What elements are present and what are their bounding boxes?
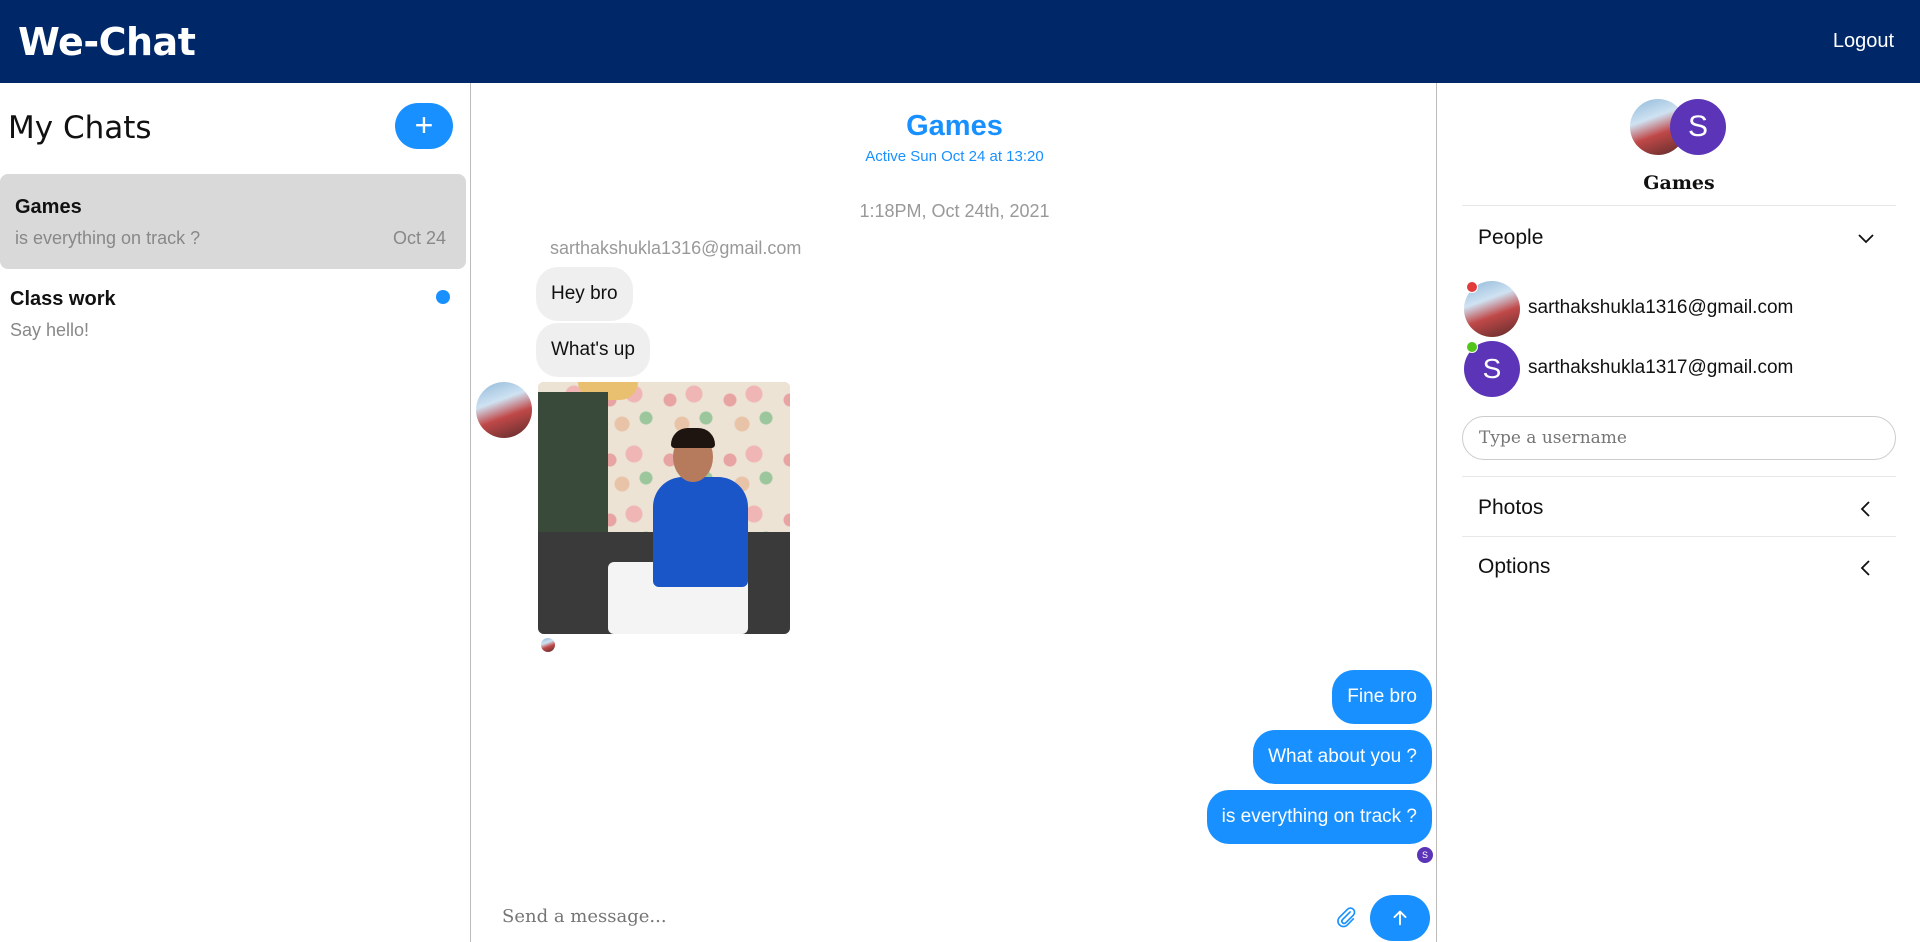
image-message[interactable] [538, 382, 790, 634]
person-email: sarthakshukla1317@gmail.com [1528, 357, 1794, 378]
message-input[interactable] [502, 899, 1302, 933]
arrow-up-icon [1393, 910, 1407, 926]
send-button[interactable] [1370, 895, 1430, 941]
member-avatar: S [1670, 99, 1726, 155]
outgoing-message: is everything on track ? [1206, 790, 1432, 844]
chat-settings-panel: S Games People sarthakshukla1316@gmail.c… [1438, 83, 1920, 942]
chat-list-panel: My Chats + Games is everything on track … [0, 83, 471, 942]
sender-avatar [476, 382, 532, 438]
new-chat-button[interactable]: + [395, 103, 453, 149]
chat-card-title: Class work [10, 288, 116, 310]
divider [1462, 536, 1896, 537]
brand-logo: We-Chat [18, 20, 196, 64]
people-section-header[interactable]: People [1478, 226, 1543, 250]
chevron-left-icon[interactable] [1856, 499, 1876, 519]
chat-card-preview: Say hello! [10, 320, 90, 340]
divider [1462, 205, 1896, 206]
top-bar: We-Chat Logout [0, 0, 1920, 83]
chat-card-title: Games [15, 196, 82, 218]
username-input[interactable] [1462, 416, 1896, 460]
outgoing-message: Fine bro [1332, 670, 1432, 724]
offline-status-dot [1466, 281, 1478, 293]
outgoing-message: What about you ? [1253, 730, 1432, 784]
read-receipt-avatar [541, 638, 555, 652]
read-receipt-avatar: S [1417, 847, 1433, 863]
chat-card-games[interactable]: Games is everything on track ? Oct 24 [0, 174, 466, 269]
image-detail [671, 428, 715, 448]
divider [1462, 476, 1896, 477]
chat-activity-status: Active Sun Oct 24 at 13:20 [865, 148, 1044, 165]
photos-section-header[interactable]: Photos [1478, 496, 1543, 520]
chevron-down-icon[interactable] [1856, 229, 1876, 249]
chat-card-date: Oct 24 [392, 228, 446, 248]
person-row: S sarthakshukla1317@gmail.com [1464, 341, 1904, 397]
settings-chat-title: Games [1643, 172, 1715, 194]
options-section-header[interactable]: Options [1478, 555, 1550, 579]
person-row: sarthakshukla1316@gmail.com [1464, 281, 1904, 337]
logout-button[interactable]: Logout [1833, 30, 1894, 53]
incoming-message: Hey bro [536, 267, 633, 321]
image-detail [653, 477, 748, 587]
unread-dot [436, 290, 450, 304]
image-detail [648, 428, 748, 622]
paperclip-icon[interactable] [1335, 905, 1357, 929]
incoming-message: What's up [536, 323, 650, 377]
chat-card-class-work[interactable]: Class work Say hello! [0, 266, 466, 361]
chevron-left-icon[interactable] [1856, 558, 1876, 578]
chat-avatars: S [1630, 99, 1740, 157]
chat-card-preview: is everything on track ? [15, 228, 201, 248]
chat-feed: Games Active Sun Oct 24 at 13:20 1:18PM,… [472, 83, 1437, 942]
chat-list-title: My Chats [8, 110, 152, 146]
online-status-dot [1466, 341, 1478, 353]
message-timestamp: 1:18PM, Oct 24th, 2021 [859, 201, 1050, 221]
person-email: sarthakshukla1316@gmail.com [1528, 297, 1794, 318]
message-form [472, 889, 1437, 942]
message-sender: sarthakshukla1316@gmail.com [550, 238, 802, 258]
chat-feed-title: Games [906, 110, 1003, 142]
